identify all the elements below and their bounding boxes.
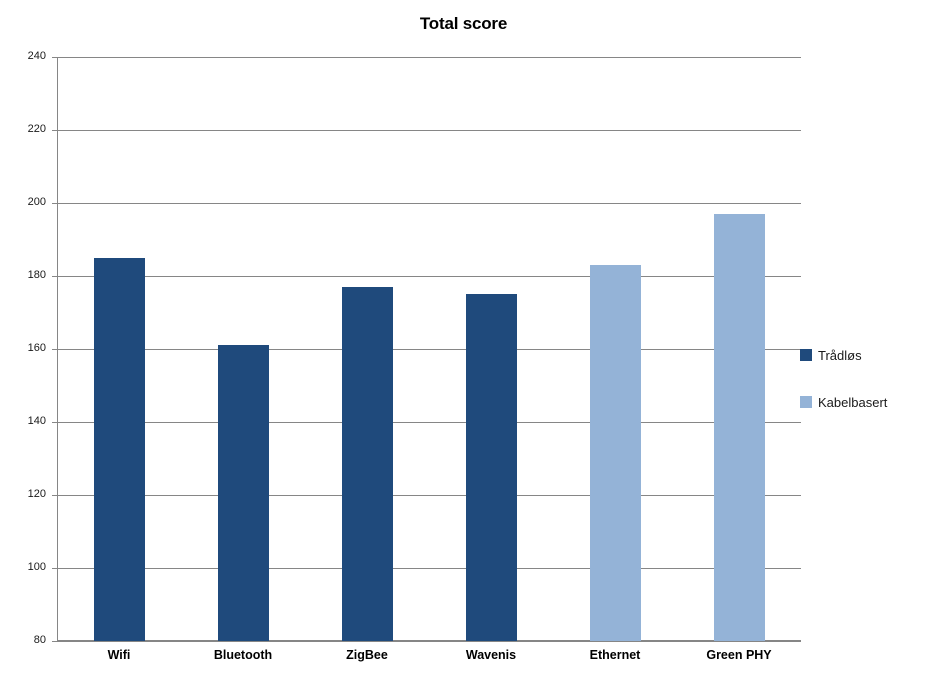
y-axis-tick-label: 160 — [27, 342, 46, 354]
chart-container: Total score 240 220 200 180 160 140 120 100 80 W… — [0, 0, 927, 681]
x-axis-tick-label: Green PHY — [706, 648, 772, 662]
y-axis-tick-label: 100 — [27, 561, 46, 573]
y-axis-tick-label: 220 — [27, 123, 46, 135]
gridline — [57, 641, 801, 642]
bar-zigbee — [341, 286, 393, 641]
gridline — [57, 203, 801, 204]
x-axis-tick-label: Bluetooth — [213, 648, 273, 662]
y-axis-tick-label: 120 — [27, 488, 46, 500]
x-axis-tick-label: Wavenis — [465, 648, 517, 662]
x-axis-tick-label: ZigBee — [346, 648, 388, 662]
gridline — [57, 130, 801, 131]
plot-area — [57, 57, 801, 642]
x-axis-tick-label: Ethernet — [589, 648, 641, 662]
bar-ethernet — [589, 265, 641, 641]
y-axis-tick-labels: 240 220 200 180 160 140 120 100 80 — [0, 0, 57, 681]
legend-label: Kabelbasert — [818, 394, 888, 410]
legend-label: Trådløs — [818, 347, 862, 363]
y-axis-tick-label: 200 — [27, 196, 46, 208]
gridline — [57, 57, 801, 58]
gridline — [57, 349, 801, 350]
bar-bluetooth — [217, 345, 269, 641]
bar-green-phy — [713, 213, 765, 641]
x-axis-line — [57, 640, 801, 641]
bar-wavenis — [465, 294, 517, 641]
y-axis-tick-label: 240 — [27, 50, 46, 62]
legend-color-swatch — [800, 396, 812, 408]
gridline — [57, 276, 801, 277]
legend-item-kabelbasert[interactable]: Kabelbasert — [800, 393, 887, 411]
gridline — [57, 422, 801, 423]
gridline — [57, 568, 801, 569]
bar-wifi — [93, 257, 145, 641]
y-axis-tick-label: 140 — [27, 415, 46, 427]
y-axis-line — [57, 57, 58, 641]
x-axis-tick-label: Wifi — [107, 648, 131, 662]
chart-title: Total score — [419, 14, 508, 33]
legend-color-swatch — [800, 349, 812, 361]
y-axis-tick-label: 180 — [27, 269, 46, 281]
gridline — [57, 495, 801, 496]
x-axis-tick-labels: Wifi Bluetooth ZigBee Wavenis Ethernet Green … — [57, 648, 801, 672]
y-axis-tick-label: 80 — [33, 634, 46, 646]
legend-item-tr-dl-s[interactable]: Trådløs — [800, 346, 862, 364]
